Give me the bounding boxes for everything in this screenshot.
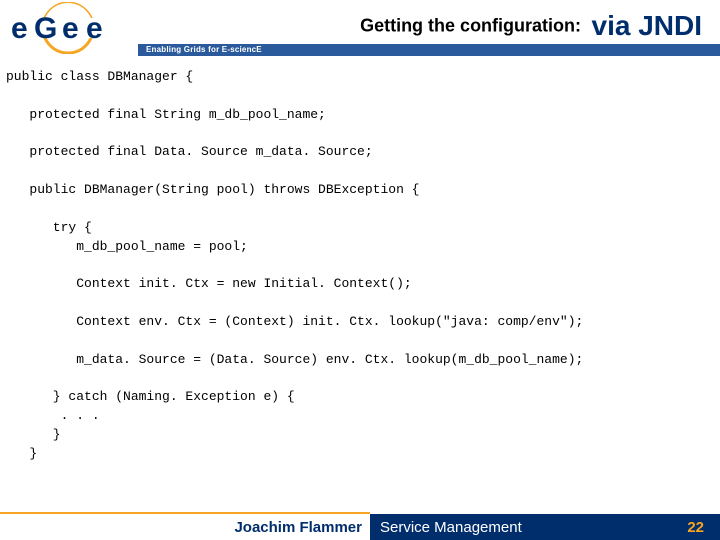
svg-text:e: e [86,12,103,45]
tagline: Enabling Grids for E-sciencE [146,45,262,54]
title-accent: via JNDI [592,10,703,41]
svg-text:e: e [11,12,28,45]
code-block: public class DBManager { protected final… [6,68,714,464]
svg-text:e: e [62,12,79,45]
code-line: } catch (Naming. Exception e) { [6,389,295,404]
slide-header: e G e e Getting the configuration: via J… [0,0,720,56]
code-line: m_db_pool_name = pool; [6,239,248,254]
title-prefix: Getting the configuration: [360,16,581,36]
code-line: try { [6,220,92,235]
code-line: Context init. Ctx = new Initial. Context… [6,276,412,291]
code-line: . . . [6,408,100,423]
code-line: } [6,446,37,461]
code-line: public DBManager(String pool) throws DBE… [6,182,419,197]
code-line: m_data. Source = (Data. Source) env. Ctx… [6,352,583,367]
svg-text:G: G [34,12,57,45]
code-line: Context env. Ctx = (Context) init. Ctx. … [6,314,583,329]
slide-title: Getting the configuration: via JNDI [150,10,702,42]
code-line: protected final String m_db_pool_name; [6,107,326,122]
code-line: protected final Data. Source m_data. Sou… [6,144,373,159]
page-number: 22 [687,519,704,536]
footer-author: Joachim Flammer [0,514,370,540]
code-line: public class DBManager { [6,69,193,84]
code-line: } [6,427,61,442]
footer-topic: Service Management [370,514,720,540]
egee-logo: e G e e [8,2,138,54]
slide-footer: Joachim Flammer Service Management 22 [0,514,720,540]
slide: e G e e Getting the configuration: via J… [0,0,720,540]
